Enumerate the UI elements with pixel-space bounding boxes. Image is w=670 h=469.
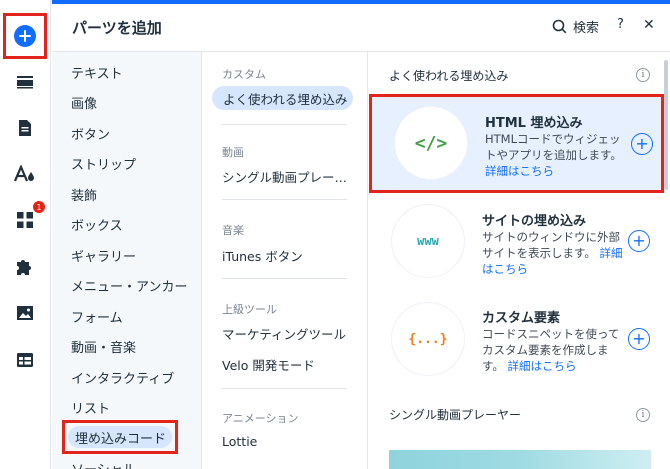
- category-item[interactable]: ボタン: [71, 124, 110, 143]
- left-toolbar: 1: [0, 0, 51, 469]
- section-heading: カスタム: [222, 68, 266, 81]
- pages-button[interactable]: [10, 113, 40, 143]
- sections-icon: [17, 76, 33, 89]
- section-title: シングル動画プレーヤー: [389, 408, 522, 422]
- divider: [222, 278, 347, 279]
- info-icon[interactable]: i: [636, 408, 650, 422]
- category-item[interactable]: ボックス: [71, 215, 123, 234]
- category-item[interactable]: 動画・音楽: [71, 337, 136, 356]
- divider: [222, 199, 347, 200]
- help-button[interactable]: ?: [617, 17, 624, 32]
- card-title: サイトの埋め込み: [482, 214, 587, 229]
- subcategory-item[interactable]: Velo 開発モード: [222, 355, 315, 374]
- category-item[interactable]: 画像: [71, 93, 97, 112]
- image-icon: [17, 306, 33, 320]
- add-elements-button[interactable]: [3, 13, 47, 59]
- category-list: テキスト 画像 ボタン ストリップ 装飾 ボックス ギャラリー メニュー・アンカ…: [52, 52, 202, 469]
- category-item[interactable]: 装飾: [71, 185, 97, 204]
- learn-more-link[interactable]: 詳細はこちら: [485, 164, 554, 178]
- category-item[interactable]: インタラクティブ: [71, 368, 174, 387]
- code-icon: </>: [394, 106, 468, 180]
- puzzle-icon: [17, 260, 31, 275]
- section-heading: 上級ツール: [222, 303, 277, 316]
- www-icon: www: [391, 204, 465, 278]
- braces-icon: {...}: [391, 302, 465, 376]
- section-heading: アニメーション: [222, 412, 299, 425]
- cms-button[interactable]: [10, 345, 40, 375]
- business-button[interactable]: [10, 252, 40, 282]
- card-description: サイトのウィンドウに外部サイトを表示します。 詳細はこちら: [482, 230, 623, 276]
- apps-grid-icon: [17, 212, 33, 228]
- category-item[interactable]: メニュー・アンカー: [71, 276, 187, 295]
- subcategory-item-selected[interactable]: よく使われる埋め込み: [212, 86, 353, 110]
- add-button[interactable]: +: [628, 328, 650, 350]
- notification-badge: 1: [33, 201, 45, 213]
- category-item[interactable]: テキスト: [71, 63, 123, 82]
- subcategory-item[interactable]: iTunes ボタン: [222, 246, 303, 265]
- page-icon: [19, 120, 31, 136]
- section-heading: 動画: [222, 146, 244, 159]
- divider: [222, 388, 347, 389]
- design-button[interactable]: [10, 159, 40, 189]
- card-title: HTML 埋め込み: [485, 116, 583, 131]
- divider: [222, 124, 347, 125]
- category-item[interactable]: リスト: [71, 398, 110, 417]
- category-item-embed-code[interactable]: 埋め込みコード: [62, 420, 178, 454]
- category-item-label: 埋め込みコード: [68, 426, 172, 448]
- plus-icon: [14, 25, 36, 47]
- subcategory-item[interactable]: マーケティングツール: [222, 324, 346, 343]
- add-button[interactable]: +: [628, 230, 650, 252]
- custom-element-card[interactable]: {...} カスタム要素 コードスニペットを使ってカスタム要素を作成します。 詳…: [369, 294, 664, 393]
- card-description: HTMLコードでウィジェットやアプリを追加します。 詳細はこちら: [485, 132, 622, 178]
- card-description: コードスニペットを使ってカスタム要素を作成します。 詳細はこちら: [482, 327, 620, 373]
- category-item[interactable]: フォーム: [71, 307, 123, 326]
- video-player-preview[interactable]: [389, 450, 651, 469]
- card-title: カスタム要素: [482, 311, 561, 326]
- subcategory-list: カスタム よく使われる埋め込み 動画 シングル動画プレー… 音楽 iTunes …: [203, 52, 368, 469]
- category-item[interactable]: ギャラリー: [71, 246, 136, 265]
- panel-header: パーツを追加 検索 ? ✕: [52, 0, 670, 52]
- search-button[interactable]: 検索: [552, 17, 599, 36]
- add-elements-panel: 1 パーツを追加 検索 ? ✕ テキスト 画像 ボタン ストリップ 装飾 ボック…: [0, 0, 670, 469]
- learn-more-link[interactable]: 詳細はこちら: [508, 359, 577, 373]
- section-title: よく使われる埋め込み: [389, 69, 509, 83]
- scrollbar[interactable]: [664, 60, 668, 190]
- add-button[interactable]: +: [631, 133, 653, 155]
- font-color-icon: [14, 165, 34, 182]
- category-item[interactable]: ソーシャル: [71, 459, 136, 469]
- subcategory-item[interactable]: Lottie: [222, 434, 257, 449]
- table-icon: [17, 353, 33, 367]
- panel-title: パーツを追加: [72, 19, 162, 37]
- media-button[interactable]: [10, 298, 40, 328]
- sections-button[interactable]: [10, 67, 40, 97]
- subcategory-item[interactable]: シングル動画プレー…: [222, 167, 347, 186]
- category-item[interactable]: ストリップ: [71, 154, 136, 173]
- section-heading: 音楽: [222, 224, 244, 237]
- search-icon: [552, 19, 567, 34]
- search-label: 検索: [573, 21, 600, 36]
- site-embed-card[interactable]: www サイトの埋め込み サイトのウィンドウに外部サイトを表示します。 詳細はこ…: [369, 196, 664, 295]
- info-icon[interactable]: i: [636, 68, 650, 82]
- element-gallery: よく使われる埋め込み i </> HTML 埋め込み HTMLコードでウィジェッ…: [369, 52, 670, 469]
- close-button[interactable]: ✕: [643, 17, 655, 33]
- html-embed-card[interactable]: </> HTML 埋め込み HTMLコードでウィジェットやアプリを追加します。 …: [369, 94, 664, 193]
